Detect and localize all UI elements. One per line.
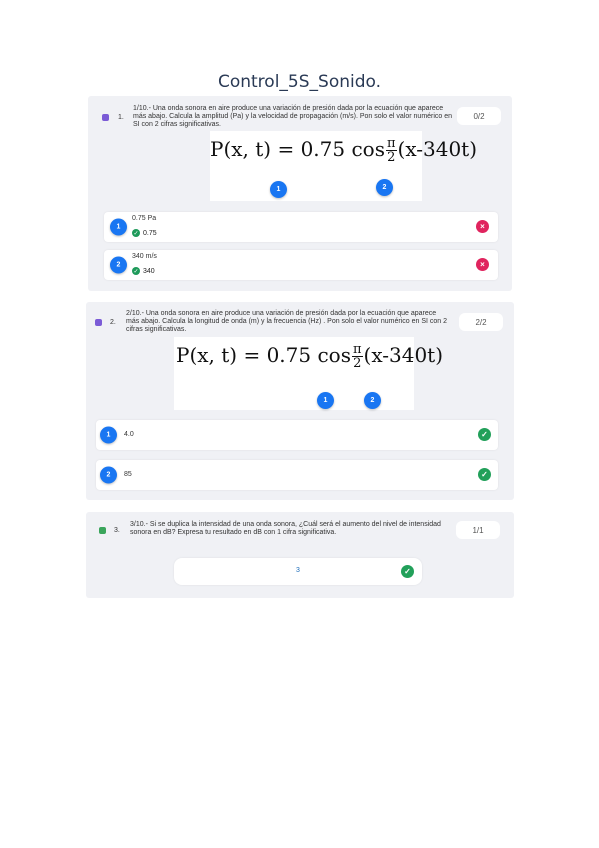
question-card-1: 1. 1/10.- Una onda sonora en aire produc… <box>88 96 512 291</box>
answer-marker: 1 <box>100 426 117 444</box>
wrong-icon: × <box>476 258 489 271</box>
blank-marker-2[interactable]: 2 <box>376 179 393 196</box>
answer-marker: 2 <box>100 466 117 484</box>
check-icon: ✓ <box>478 428 491 441</box>
check-icon: ✓ <box>132 229 140 237</box>
answer-row-1[interactable]: 1 0.75 Pa ✓ 0.75 × <box>104 212 498 242</box>
question-type-icon <box>99 527 106 534</box>
answer-row-1[interactable]: 1 4.0 ✓ <box>96 420 498 450</box>
answer-field[interactable]: 3 ✓ <box>174 558 422 585</box>
wrong-icon: × <box>476 220 489 233</box>
blank-marker-2[interactable]: 2 <box>364 392 381 409</box>
question-number: 3. <box>114 527 120 534</box>
blank-marker-1[interactable]: 1 <box>270 181 287 198</box>
question-text: 3/10.- Si se duplica la intensidad de un… <box>130 521 441 536</box>
given-answer: 0.75 Pa <box>132 215 157 222</box>
page-title: Control_5S_Sonido. <box>217 72 382 92</box>
score-badge: 0/2 <box>457 107 501 125</box>
check-icon: ✓ <box>478 468 491 481</box>
formula: P(x, t) = 0.75 cos π 2 (x-340t) <box>176 342 444 371</box>
formula-image: P(x, t) = 0.75 cos π 2 (x-340t) 1 2 <box>210 131 477 201</box>
check-icon: ✓ <box>132 267 140 275</box>
given-answer: 340 m/s <box>132 253 157 260</box>
question-number: 2. <box>110 319 116 326</box>
correct-answer: ✓ 0.75 <box>132 229 157 237</box>
answer-row-2[interactable]: 2 85 ✓ <box>96 460 498 490</box>
score-badge: 2/2 <box>459 313 503 331</box>
question-text: 2/10.- Una onda sonora en aire produce u… <box>126 310 447 333</box>
check-icon: ✓ <box>401 565 414 578</box>
blank-marker-1[interactable]: 1 <box>317 392 334 409</box>
question-card-2: 2. 2/10.- Una onda sonora en aire produc… <box>86 302 514 500</box>
given-answer: 85 <box>124 471 132 478</box>
answer-marker: 1 <box>110 218 127 236</box>
given-answer: 3 <box>296 567 300 574</box>
given-answer: 4.0 <box>124 431 134 438</box>
answer-row-2[interactable]: 2 340 m/s ✓ 340 × <box>104 250 498 280</box>
question-text: 1/10.- Una onda sonora en aire produce u… <box>133 105 453 128</box>
correct-answer: ✓ 340 <box>132 267 155 275</box>
answer-marker: 2 <box>110 256 127 274</box>
formula: P(x, t) = 0.75 cos π 2 (x-340t) <box>210 136 478 165</box>
score-badge: 1/1 <box>456 521 500 539</box>
question-type-icon <box>102 114 109 121</box>
question-number: 1. <box>118 114 124 121</box>
formula-image: P(x, t) = 0.75 cos π 2 (x-340t) 1 2 <box>174 337 443 410</box>
question-type-icon <box>95 319 102 326</box>
question-card-3: 3. 3/10.- Si se duplica la intensidad de… <box>86 512 514 598</box>
